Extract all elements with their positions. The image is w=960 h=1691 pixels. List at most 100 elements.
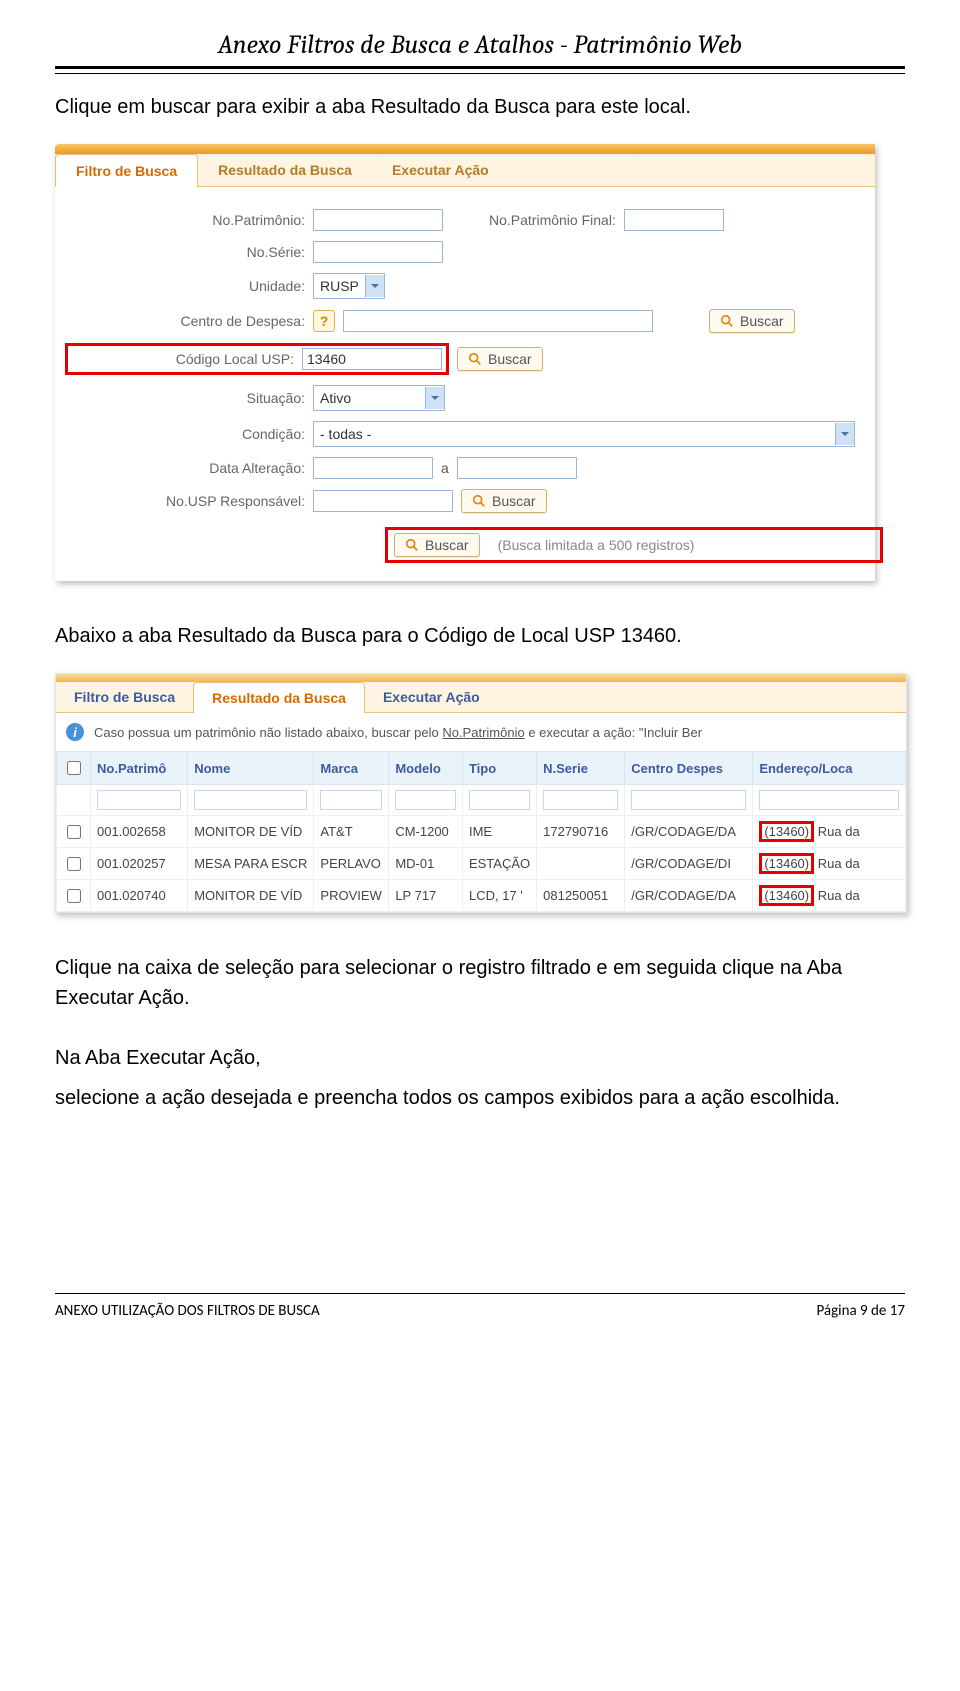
label-no-patrimonio-final: No.Patrimônio Final: bbox=[489, 212, 616, 228]
row-checkbox[interactable] bbox=[67, 857, 81, 871]
info-text-suffix: e executar a ação: "Incluir Ber bbox=[525, 725, 702, 740]
input-no-usp-resp[interactable] bbox=[313, 490, 453, 512]
info-text-prefix: Caso possua um patrimônio não listado ab… bbox=[94, 725, 442, 740]
select-condicao[interactable]: - todas - bbox=[313, 421, 855, 447]
input-no-patrimonio[interactable] bbox=[313, 209, 443, 231]
info-text: Caso possua um patrimônio não listado ab… bbox=[94, 725, 702, 740]
buscar-label: Buscar bbox=[488, 351, 532, 367]
cell-marca: PERLAVO bbox=[314, 848, 389, 880]
cell-modelo: CM-1200 bbox=[389, 816, 463, 848]
buscar-centro-button[interactable]: Buscar bbox=[709, 309, 795, 333]
paragraph-1: Clique em buscar para exibir a aba Resul… bbox=[55, 92, 905, 122]
tab-filtro-busca[interactable]: Filtro de Busca bbox=[56, 682, 193, 712]
select-unidade-value: RUSP bbox=[314, 278, 365, 294]
table-filter-row bbox=[57, 785, 906, 816]
input-centro-despesa[interactable] bbox=[343, 310, 653, 332]
col-tipo[interactable]: Tipo bbox=[462, 752, 536, 785]
label-centro-despesa: Centro de Despesa: bbox=[65, 313, 305, 329]
chevron-down-icon bbox=[365, 275, 384, 297]
search-icon bbox=[720, 314, 734, 328]
footer-left: ANEXO UTILIZAÇÃO DOS FILTROS DE BUSCA bbox=[55, 1302, 320, 1320]
tab-bar: Filtro de Busca Resultado da Busca Execu… bbox=[56, 682, 906, 713]
info-link[interactable]: No.Patrimônio bbox=[442, 725, 524, 740]
row-checkbox[interactable] bbox=[67, 825, 81, 839]
col-endereco[interactable]: Endereço/Loca bbox=[753, 752, 906, 785]
select-condicao-value: - todas - bbox=[314, 426, 377, 442]
cell-nome: MESA PARA ESCR bbox=[188, 848, 314, 880]
label-no-usp-resp: No.USP Responsável: bbox=[65, 493, 305, 509]
col-centro[interactable]: Centro Despes bbox=[625, 752, 753, 785]
col-modelo[interactable]: Modelo bbox=[389, 752, 463, 785]
cell-nome: MONITOR DE VÍD bbox=[188, 816, 314, 848]
chevron-down-icon bbox=[425, 387, 444, 409]
search-icon bbox=[405, 538, 419, 552]
label-codigo-local: Código Local USP: bbox=[72, 351, 294, 367]
highlight-codigo-local: Código Local USP: bbox=[65, 343, 449, 375]
select-unidade[interactable]: RUSP bbox=[313, 273, 385, 299]
paragraph-4: Na Aba Executar Ação, bbox=[55, 1043, 905, 1073]
filter-modelo[interactable] bbox=[395, 790, 456, 810]
select-all-checkbox[interactable] bbox=[67, 761, 81, 775]
tab-executar-acao[interactable]: Executar Ação bbox=[365, 682, 498, 712]
cell-endereco: (13460) Rua da bbox=[753, 848, 906, 880]
screenshot-filtro-busca: Filtro de Busca Resultado da Busca Execu… bbox=[55, 144, 875, 581]
label-no-serie: No.Série: bbox=[65, 244, 305, 260]
tab-resultado-busca[interactable]: Resultado da Busca bbox=[198, 154, 372, 186]
highlight-main-buscar: Buscar (Busca limitada a 500 registros) bbox=[385, 527, 883, 563]
buscar-codigo-local-button[interactable]: Buscar bbox=[457, 347, 543, 371]
filter-no-patrimo[interactable] bbox=[97, 790, 181, 810]
buscar-main-button[interactable]: Buscar bbox=[394, 533, 480, 557]
input-codigo-local[interactable] bbox=[302, 348, 442, 370]
results-table: No.Patrimô Nome Marca Modelo Tipo N.Seri… bbox=[56, 751, 906, 912]
filter-marca[interactable] bbox=[320, 790, 382, 810]
highlight-codloc: (13460) bbox=[759, 821, 814, 842]
cell-tipo: IME bbox=[462, 816, 536, 848]
filter-tipo[interactable] bbox=[469, 790, 530, 810]
highlight-codloc: (13460) bbox=[759, 885, 814, 906]
col-checkbox bbox=[57, 752, 91, 785]
footer-right: Página 9 de 17 bbox=[816, 1302, 905, 1320]
cell-end-text: Rua da bbox=[818, 856, 860, 871]
input-data-alteracao-de[interactable] bbox=[313, 457, 433, 479]
col-no-patrimo[interactable]: No.Patrimô bbox=[91, 752, 188, 785]
filter-nome[interactable] bbox=[194, 790, 307, 810]
input-no-patrimonio-final[interactable] bbox=[624, 209, 724, 231]
limit-hint: (Busca limitada a 500 registros) bbox=[498, 537, 695, 553]
tab-filtro-busca[interactable]: Filtro de Busca bbox=[55, 154, 198, 187]
tab-resultado-busca[interactable]: Resultado da Busca bbox=[193, 682, 365, 713]
highlight-codloc: (13460) bbox=[759, 853, 814, 874]
buscar-usp-resp-button[interactable]: Buscar bbox=[461, 489, 547, 513]
input-data-alteracao-ate[interactable] bbox=[457, 457, 577, 479]
cell-centro: /GR/CODAGE/DA bbox=[625, 816, 753, 848]
label-between: a bbox=[441, 460, 449, 476]
cell-nserie: 172790716 bbox=[537, 816, 625, 848]
chevron-down-icon bbox=[835, 423, 854, 445]
table-row[interactable]: 001.020257 MESA PARA ESCR PERLAVO MD-01 … bbox=[57, 848, 906, 880]
col-marca[interactable]: Marca bbox=[314, 752, 389, 785]
help-icon[interactable]: ? bbox=[313, 310, 335, 332]
cell-nome: MONITOR DE VÍD bbox=[188, 880, 314, 912]
buscar-label: Buscar bbox=[492, 493, 536, 509]
select-situacao[interactable]: Ativo bbox=[313, 385, 445, 411]
filter-endereco[interactable] bbox=[759, 790, 899, 810]
col-nome[interactable]: Nome bbox=[188, 752, 314, 785]
filter-nserie[interactable] bbox=[543, 790, 618, 810]
input-no-serie[interactable] bbox=[313, 241, 443, 263]
buscar-label: Buscar bbox=[740, 313, 784, 329]
cell-tipo: ESTAÇÃO bbox=[462, 848, 536, 880]
row-checkbox[interactable] bbox=[67, 889, 81, 903]
info-bar: i Caso possua um patrimônio não listado … bbox=[56, 713, 906, 751]
paragraph-3: Clique na caixa de seleção para selecion… bbox=[55, 953, 905, 1013]
filter-centro[interactable] bbox=[631, 790, 746, 810]
search-icon bbox=[468, 352, 482, 366]
tab-bar: Filtro de Busca Resultado da Busca Execu… bbox=[55, 154, 875, 187]
tab-executar-acao[interactable]: Executar Ação bbox=[372, 154, 509, 186]
cell-no: 001.020740 bbox=[91, 880, 188, 912]
table-row[interactable]: 001.002658 MONITOR DE VÍD AT&T CM-1200 I… bbox=[57, 816, 906, 848]
label-data-alteracao: Data Alteração: bbox=[65, 460, 305, 476]
col-nserie[interactable]: N.Serie bbox=[537, 752, 625, 785]
cell-tipo: LCD, 17 ' bbox=[462, 880, 536, 912]
cell-no: 001.002658 bbox=[91, 816, 188, 848]
search-icon bbox=[472, 494, 486, 508]
table-row[interactable]: 001.020740 MONITOR DE VÍD PROVIEW LP 717… bbox=[57, 880, 906, 912]
